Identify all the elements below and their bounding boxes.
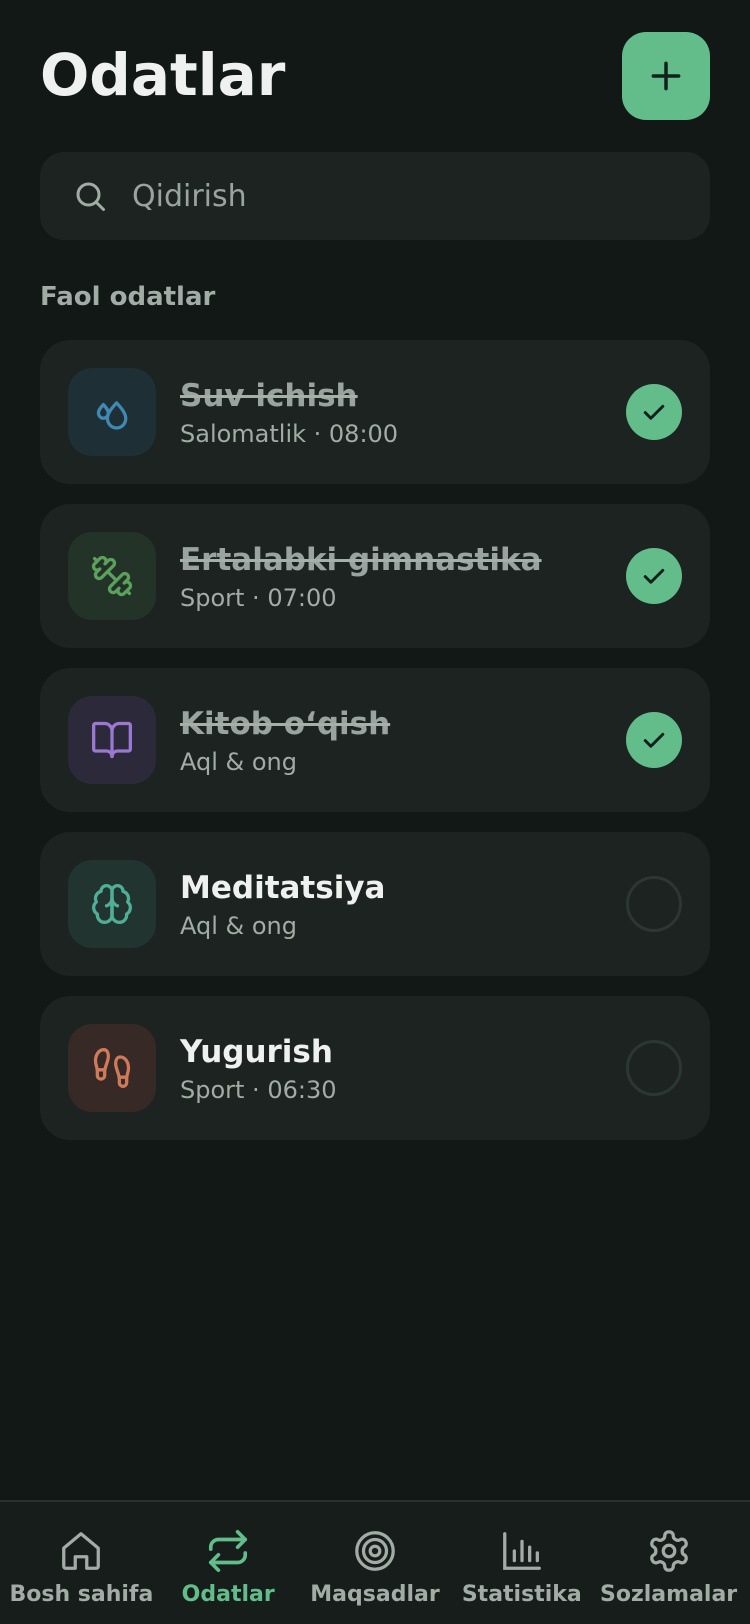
nav-item-statistics[interactable]: Statistika	[448, 1502, 595, 1624]
nav-label: Statistika	[461, 1582, 582, 1607]
habit-meta: Sport · 06:30	[180, 1076, 337, 1104]
habit-check-toggle[interactable]	[626, 548, 682, 604]
habit-meta: Salomatlik · 08:00	[180, 420, 399, 448]
nav-label: Bosh sahifa	[9, 1582, 154, 1607]
habit-name: Yugurish	[180, 1034, 333, 1070]
nav-item-habits[interactable]: Odatlar	[155, 1502, 302, 1624]
checkmark-icon	[639, 397, 669, 427]
page-title: Odatlar	[40, 41, 286, 109]
home-icon	[58, 1528, 104, 1574]
habit-check-toggle[interactable]	[626, 876, 682, 932]
nav-label: Sozlamalar	[600, 1582, 738, 1607]
nav-item-goals[interactable]: Maqsadlar	[302, 1502, 449, 1624]
habit-meta: Aql & ong	[180, 912, 297, 940]
habit-check-toggle[interactable]	[626, 712, 682, 768]
bar-chart-icon	[499, 1528, 545, 1574]
water-drops-icon	[90, 390, 134, 434]
target-icon	[352, 1528, 398, 1574]
habit-name: Meditatsiya	[180, 870, 386, 906]
habit-meta: Sport · 07:00	[180, 584, 337, 612]
gear-icon	[646, 1528, 692, 1574]
habit-icon-box	[68, 696, 156, 784]
habit-name: Ertalabki gimnastika	[180, 542, 542, 578]
habit-card[interactable]: Kitob o‘qish Aql & ong	[40, 668, 710, 812]
habit-icon-box	[68, 532, 156, 620]
habit-card[interactable]: Ertalabki gimnastika Sport · 07:00	[40, 504, 710, 648]
habit-icon-box	[68, 368, 156, 456]
habit-icon-box	[68, 1024, 156, 1112]
header: Odatlar	[40, 32, 710, 120]
habit-icon-box	[68, 860, 156, 948]
habit-meta: Aql & ong	[180, 748, 297, 776]
plus-icon	[647, 57, 685, 95]
checkmark-icon	[639, 725, 669, 755]
search-icon	[72, 178, 108, 214]
habit-name: Kitob o‘qish	[180, 706, 391, 742]
nav-label: Odatlar	[181, 1582, 275, 1607]
book-icon	[90, 718, 134, 762]
habit-check-toggle[interactable]	[626, 1040, 682, 1096]
nav-item-settings[interactable]: Sozlamalar	[595, 1502, 742, 1624]
dumbbell-icon	[90, 554, 134, 598]
habit-list: Suv ichish Salomatlik · 08:00 Ertalabki …	[40, 340, 710, 1160]
habit-card[interactable]: Suv ichish Salomatlik · 08:00	[40, 340, 710, 484]
habit-check-toggle[interactable]	[626, 384, 682, 440]
search-input[interactable]	[132, 178, 672, 214]
footprints-icon	[90, 1046, 134, 1090]
search-bar[interactable]	[40, 152, 710, 240]
bottom-nav: Bosh sahifa Odatlar Maqsadlar Statistika	[0, 1500, 750, 1624]
habit-name: Suv ichish	[180, 378, 358, 414]
nav-item-home[interactable]: Bosh sahifa	[8, 1502, 155, 1624]
repeat-icon	[205, 1528, 251, 1574]
add-habit-button[interactable]	[622, 32, 710, 120]
habit-card[interactable]: Meditatsiya Aql & ong	[40, 832, 710, 976]
habit-card[interactable]: Yugurish Sport · 06:30	[40, 996, 710, 1140]
checkmark-icon	[639, 561, 669, 591]
nav-label: Maqsadlar	[310, 1582, 440, 1607]
section-title: Faol odatlar	[40, 282, 216, 312]
brain-icon	[90, 882, 134, 926]
